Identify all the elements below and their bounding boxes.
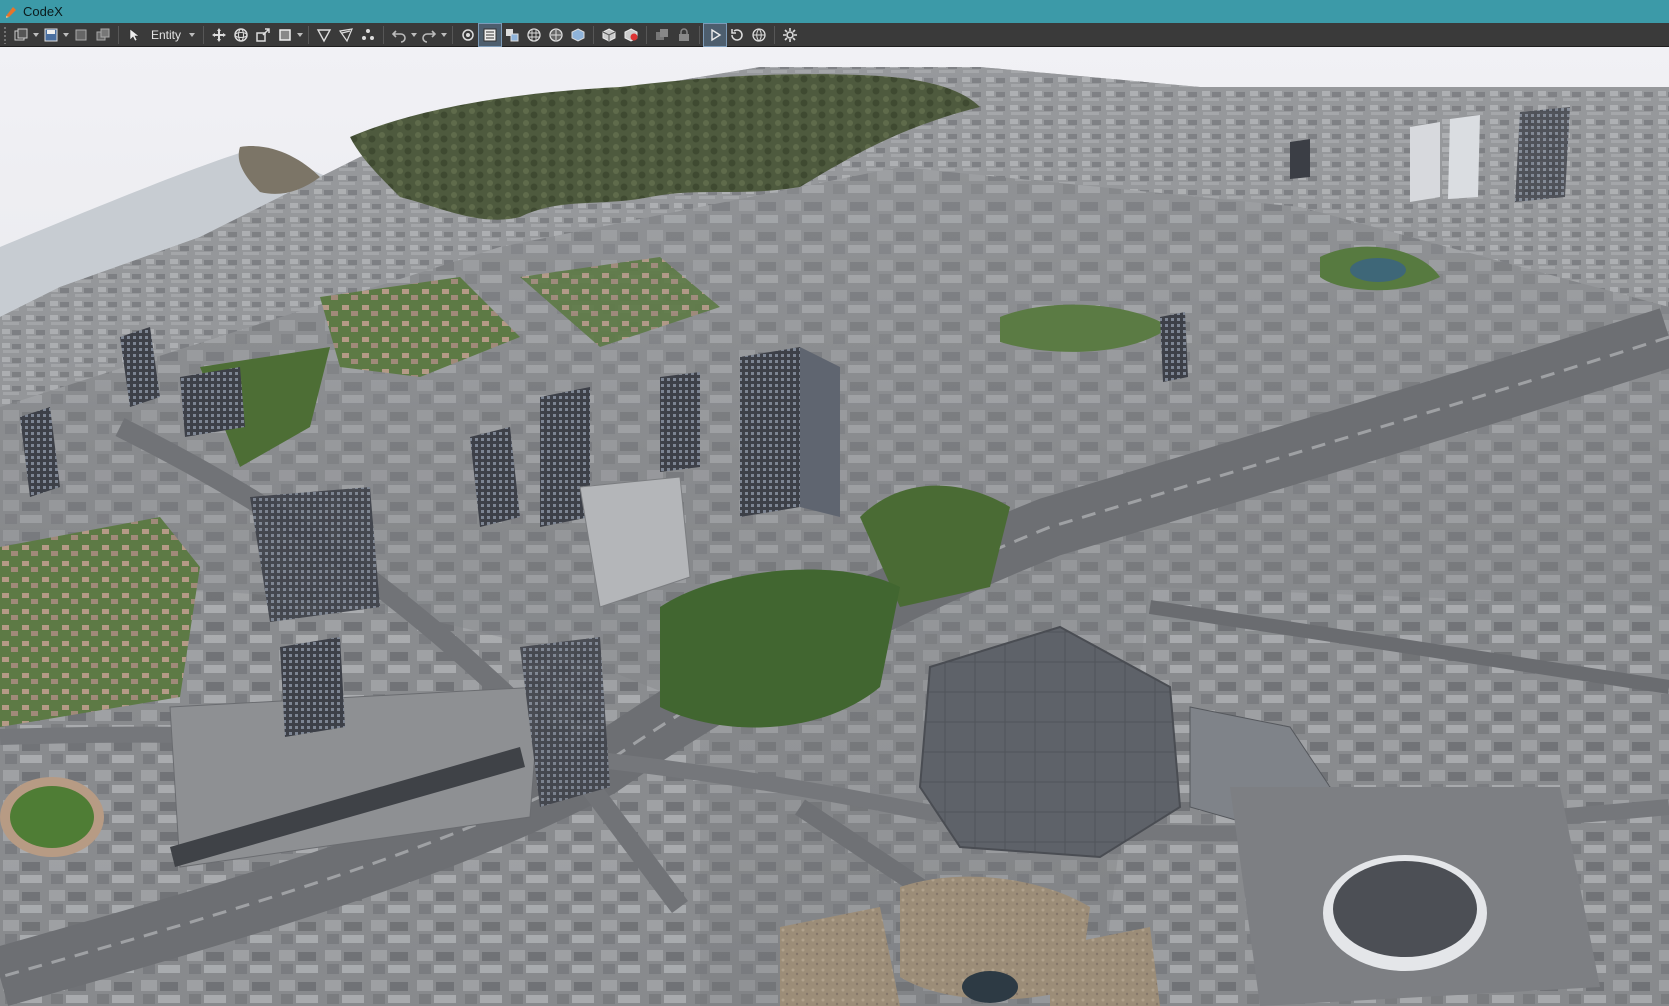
create-object-icon[interactable]: [598, 24, 620, 46]
pond: [962, 971, 1018, 1003]
layers-icon[interactable]: [501, 24, 523, 46]
redo-history-dropdown[interactable]: [440, 24, 448, 46]
3d-scene-viewport[interactable]: [0, 47, 1669, 1006]
toolbar-separator: [203, 25, 205, 44]
title-bar: CodeX: [0, 0, 1669, 23]
delete-object-icon[interactable]: [620, 24, 642, 46]
camera-orbit-icon[interactable]: [457, 24, 479, 46]
grid-icon[interactable]: [523, 24, 545, 46]
snapping-icon[interactable]: [545, 24, 567, 46]
duplicate-icon[interactable]: [651, 24, 673, 46]
velodrome-dome: [1333, 861, 1477, 957]
save-all-icon[interactable]: [70, 24, 92, 46]
save-dropdown[interactable]: [62, 24, 70, 46]
toolbar-separator: [308, 25, 310, 44]
edit-mode-label: Entity: [151, 27, 182, 42]
city-scene-render: [0, 47, 1669, 1006]
play-icon[interactable]: [703, 22, 728, 47]
rotate-gizmo-icon[interactable]: [230, 24, 252, 46]
move-gizmo-icon[interactable]: [208, 24, 230, 46]
toolbar-separator: [383, 25, 385, 44]
lock-icon[interactable]: [673, 24, 695, 46]
world-globe-icon[interactable]: [748, 24, 770, 46]
physics-icon[interactable]: [567, 24, 589, 46]
edit-mode-select[interactable]: Entity: [145, 25, 199, 45]
chevron-down-icon: [189, 32, 196, 37]
properties-panel-icon[interactable]: [478, 22, 503, 47]
transform-space-dropdown[interactable]: [296, 24, 304, 46]
settings-gear-icon[interactable]: [779, 24, 801, 46]
undo-history-dropdown[interactable]: [410, 24, 418, 46]
toolbar-separator: [774, 25, 776, 44]
copy-icon[interactable]: [92, 24, 114, 46]
bounds-icon[interactable]: [274, 24, 296, 46]
stadium-field: [10, 786, 94, 848]
new-entity-dropdown[interactable]: [32, 24, 40, 46]
residential-left: [0, 517, 200, 727]
terrain-paint-icon[interactable]: [313, 24, 335, 46]
scale-gizmo-icon[interactable]: [252, 24, 274, 46]
toolbar-separator: [452, 25, 454, 44]
toolbar-grip[interactable]: [3, 25, 7, 44]
window-title: CodeX: [23, 4, 63, 19]
app-logo-icon: [4, 5, 18, 19]
toolbar-separator: [593, 25, 595, 44]
reset-simulation-icon[interactable]: [726, 24, 748, 46]
vegetation-paint-icon[interactable]: [335, 24, 357, 46]
select-cursor-icon[interactable]: [123, 24, 145, 46]
toolbar-separator: [118, 25, 119, 44]
vertex-edit-icon[interactable]: [357, 24, 379, 46]
lake: [1350, 258, 1406, 282]
new-entity-icon[interactable]: [10, 24, 32, 46]
main-toolbar: Entity: [0, 22, 1669, 47]
toolbar-separator: [699, 25, 701, 44]
save-icon[interactable]: [40, 24, 62, 46]
undo-icon[interactable]: [388, 24, 410, 46]
toolbar-separator: [646, 25, 648, 44]
redo-icon[interactable]: [418, 24, 440, 46]
